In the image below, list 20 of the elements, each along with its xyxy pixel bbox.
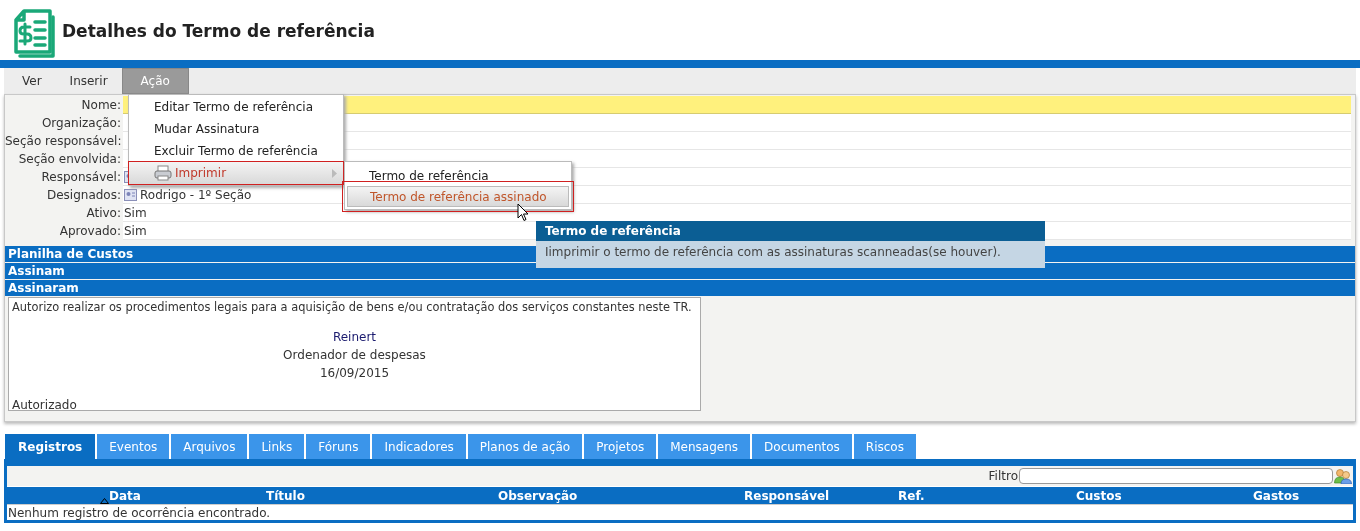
- signature-status: Autorizado: [12, 397, 78, 415]
- field-value: Rodrigo - 1º Seção: [140, 186, 252, 204]
- field-label: Seção responsável:: [5, 133, 123, 150]
- tooltip-title: Termo de referência: [536, 221, 1045, 241]
- field-label: Aprovado:: [58, 223, 122, 240]
- field-value: Sim: [124, 204, 147, 222]
- authorization-statement: Autorizo realizar os procedimentos legais para a aquisição de bens e/ou contratação dos serviços constantes neste TR.: [12, 299, 693, 316]
- field-label: Seção envolvida:: [17, 151, 122, 168]
- field-label: Ativo:: [85, 205, 122, 222]
- signature-date: 16/09/2015: [319, 365, 390, 383]
- filter-label: Filtro: [988, 468, 1018, 485]
- empty-table-message: Nenhum registro de ocorrência encontrado.: [8, 504, 271, 522]
- field-label: Responsável:: [40, 169, 122, 186]
- field-label: Nome:: [80, 97, 122, 114]
- field-value: Sim: [124, 222, 147, 240]
- field-label: Designados:: [45, 187, 122, 204]
- page-title: Detalhes do Termo de referência: [62, 19, 375, 43]
- field-label: Organização:: [40, 115, 122, 132]
- signer-role: Ordenador de despesas: [283, 347, 426, 365]
- signer-name: Reinert: [332, 329, 377, 347]
